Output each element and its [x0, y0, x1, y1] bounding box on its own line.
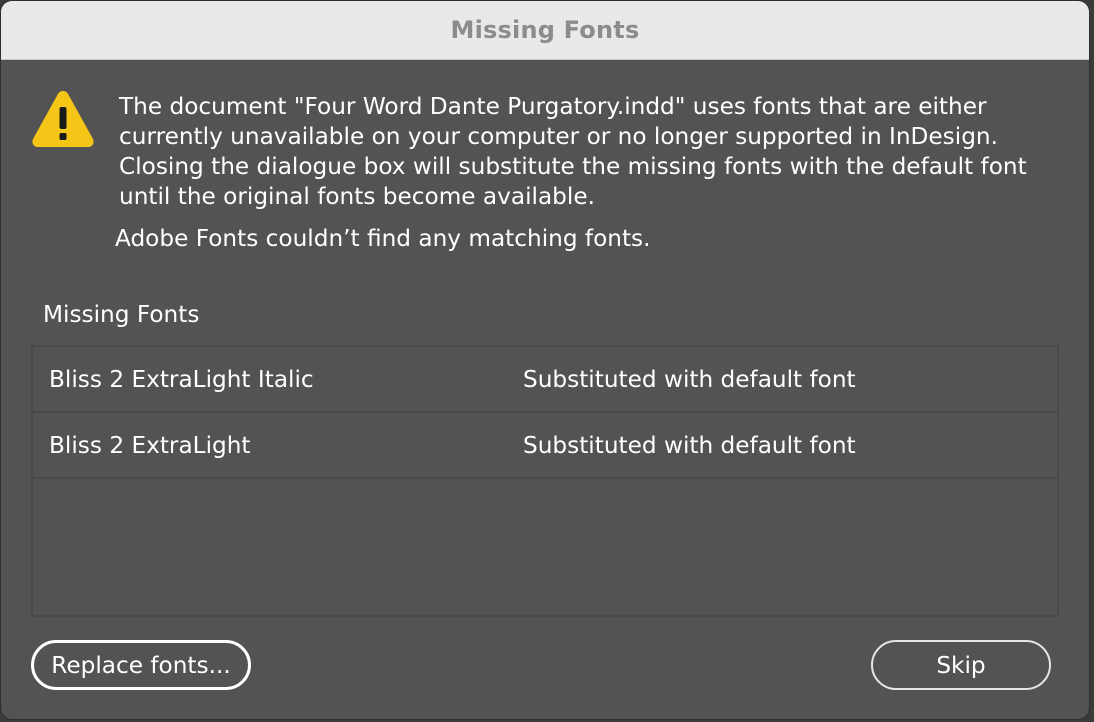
font-name: Bliss 2 ExtraLight [49, 432, 251, 459]
skip-button[interactable]: Skip [871, 640, 1051, 690]
font-row[interactable]: Bliss 2 ExtraLight Italic Substituted wi… [33, 347, 1057, 413]
message-line: until the original fonts become availabl… [119, 183, 595, 210]
warning-triangle-icon [31, 87, 95, 151]
font-status: Substituted with default font [523, 366, 856, 393]
message-line: The document "Four Word Dante Purgatory.… [119, 93, 987, 120]
adobe-fonts-message: Adobe Fonts couldn’t find any matching f… [115, 225, 651, 252]
replace-fonts-button[interactable]: Replace fonts... [31, 640, 251, 690]
font-row[interactable]: Bliss 2 ExtraLight Substituted with defa… [33, 413, 1057, 479]
message-line: Closing the dialogue box will substitute… [119, 153, 1027, 180]
font-name: Bliss 2 ExtraLight Italic [49, 366, 314, 393]
dialog-title: Missing Fonts [450, 16, 640, 44]
missing-fonts-list[interactable]: Bliss 2 ExtraLight Italic Substituted wi… [31, 345, 1059, 617]
message-text: The document "Four Word Dante Purgatory.… [119, 92, 1064, 212]
message-line: currently unavailable on your computer o… [119, 123, 998, 150]
font-status: Substituted with default font [523, 432, 856, 459]
missing-fonts-label: Missing Fonts [43, 301, 200, 328]
title-bar[interactable]: Missing Fonts [1, 1, 1089, 60]
missing-fonts-dialog: Missing Fonts The document "Four Word Da… [0, 0, 1090, 720]
